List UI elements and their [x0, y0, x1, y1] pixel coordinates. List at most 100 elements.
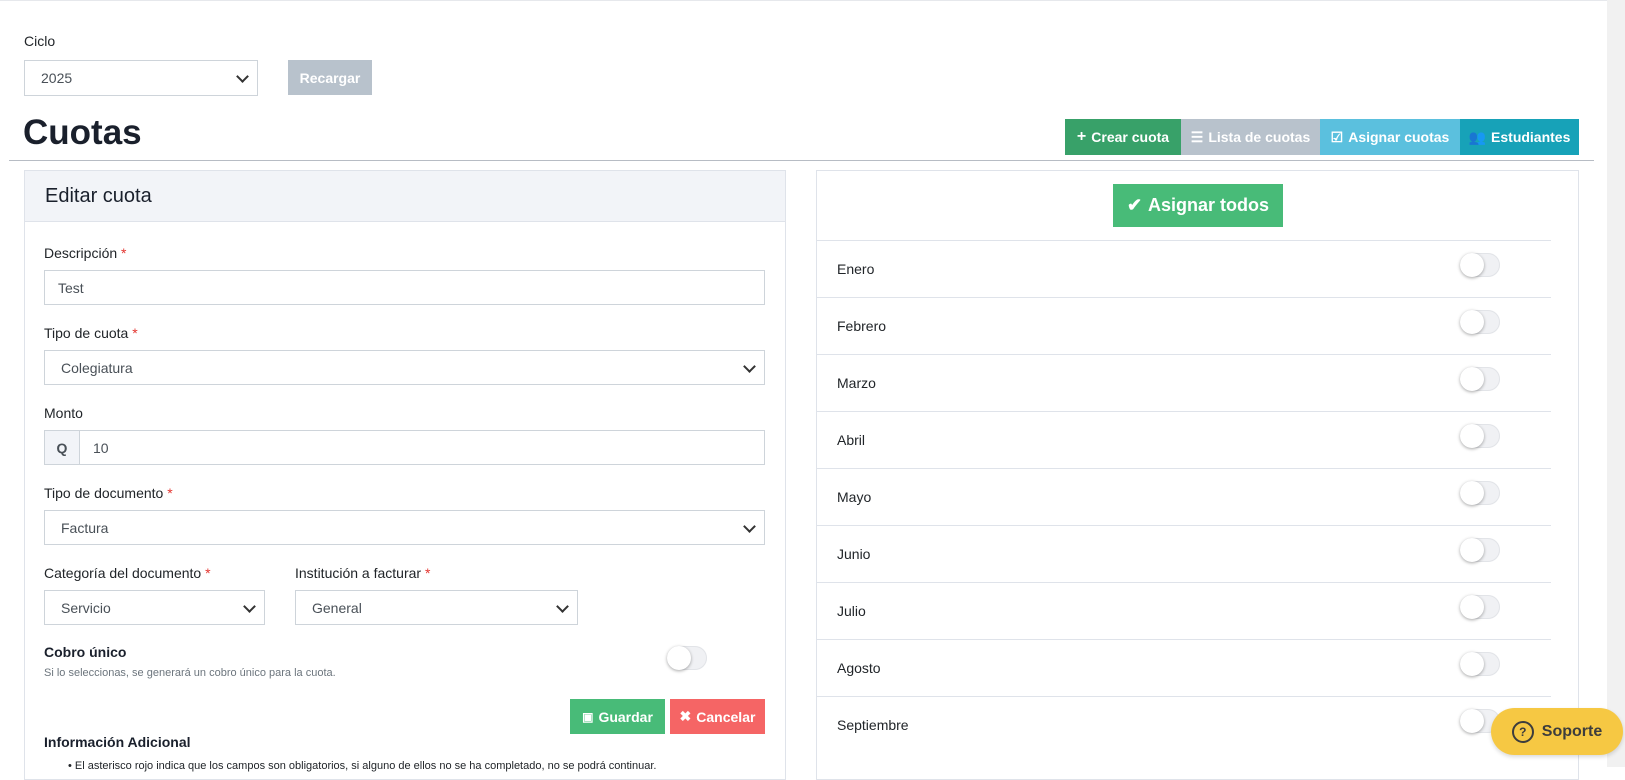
doc-category-label-text: Categoría del documento: [44, 565, 202, 581]
doc-category-select[interactable]: Servicio: [44, 590, 265, 625]
extra-info-title: Información Adicional: [44, 734, 191, 750]
ciclo-select[interactable]: 2025: [24, 60, 258, 96]
month-row: Abril: [817, 411, 1551, 466]
close-icon: ✖: [679, 708, 692, 724]
toggle-knob: [1460, 595, 1484, 619]
month-toggle[interactable]: [1460, 367, 1500, 391]
chevron-down-icon: [743, 519, 756, 533]
month-row: Enero: [817, 240, 1551, 295]
institution-select[interactable]: General: [295, 590, 578, 625]
assign-all-label: Asignar todos: [1148, 195, 1270, 215]
month-name: Septiembre: [837, 717, 909, 733]
ciclo-label: Ciclo: [24, 33, 56, 49]
question-circle-icon: ?: [1511, 720, 1534, 743]
students-label: Estudiantes: [1491, 129, 1571, 145]
month-name: Agosto: [837, 660, 881, 676]
assign-fees-button[interactable]: ☑ Asignar cuotas: [1320, 119, 1460, 155]
single-charge-toggle[interactable]: [667, 646, 707, 670]
required-mark: *: [424, 565, 431, 581]
chevron-down-icon: [743, 359, 756, 373]
month-name: Abril: [837, 432, 866, 448]
support-button[interactable]: ? Soporte: [1491, 708, 1623, 755]
fee-type-select[interactable]: Colegiatura: [44, 350, 765, 385]
assign-all-button[interactable]: ✔ Asignar todos: [1113, 184, 1283, 227]
cancel-button[interactable]: ✖ Cancelar: [670, 699, 765, 734]
edit-fee-card: Editar cuota: [24, 170, 786, 780]
toggle-knob: [1460, 367, 1484, 391]
create-fee-label: Crear cuota: [1091, 129, 1170, 145]
fee-list-label: Lista de cuotas: [1208, 129, 1311, 145]
month-toggle[interactable]: [1460, 253, 1500, 277]
month-row: Mayo: [817, 468, 1551, 523]
month-name: Junio: [837, 546, 871, 562]
month-toggle[interactable]: [1460, 538, 1500, 562]
toggle-knob: [667, 646, 691, 670]
chevron-down-icon: [236, 70, 249, 83]
single-charge-hint: Si lo seleccionas, se generará un cobro …: [44, 667, 336, 679]
fee-type-label: Tipo de cuota *: [44, 325, 138, 341]
fee-list-button[interactable]: ☰ Lista de cuotas: [1181, 119, 1320, 155]
extra-info-note-text: El asterisco rojo indica que los campos …: [74, 760, 657, 772]
page-title: Cuotas: [23, 113, 142, 152]
fee-type-value: Colegiatura: [61, 359, 133, 376]
description-input[interactable]: Test: [44, 270, 765, 305]
save-label: Guardar: [598, 708, 653, 725]
check-icon: ✔: [1126, 195, 1143, 215]
doc-type-label: Tipo de documento *: [44, 485, 173, 501]
doc-type-value: Factura: [61, 519, 109, 536]
doc-type-select[interactable]: Factura: [44, 510, 765, 545]
toggle-knob: [1460, 253, 1484, 277]
fee-type-label-text: Tipo de cuota: [44, 325, 129, 341]
institution-value: General: [312, 599, 362, 616]
description-value: Test: [58, 279, 84, 296]
month-name: Enero: [837, 261, 875, 277]
save-icon: ▣: [582, 709, 594, 724]
save-button[interactable]: ▣ Guardar: [570, 699, 665, 734]
month-toggle[interactable]: [1460, 652, 1500, 676]
month-row: Julio: [817, 582, 1551, 637]
top-border: [0, 0, 1625, 1]
reload-button[interactable]: Recargar: [288, 60, 372, 95]
doc-category-value: Servicio: [61, 599, 111, 616]
ciclo-value: 2025: [41, 70, 73, 86]
month-row: Febrero: [817, 297, 1551, 352]
description-label: Descripción *: [44, 245, 126, 261]
edit-card-header: Editar cuota: [25, 171, 785, 222]
plus-icon: +: [1076, 128, 1087, 145]
chevron-down-icon: [556, 599, 569, 613]
cancel-label: Cancelar: [696, 708, 756, 725]
month-row: Marzo: [817, 354, 1551, 409]
toggle-knob: [1460, 652, 1484, 676]
month-row: Junio: [817, 525, 1551, 580]
toggle-knob: [1460, 481, 1484, 505]
amount-input[interactable]: 10: [79, 430, 765, 465]
toggle-knob: [1460, 538, 1484, 562]
create-fee-button[interactable]: + Crear cuota: [1065, 119, 1181, 155]
page-scrollbar[interactable]: [1607, 0, 1625, 767]
title-divider: [9, 160, 1594, 161]
month-toggle[interactable]: [1460, 481, 1500, 505]
month-toggle[interactable]: [1460, 595, 1500, 619]
assign-fees-label: Asignar cuotas: [1348, 129, 1450, 145]
check-square-icon: ☑: [1330, 128, 1344, 145]
toggle-knob: [1460, 709, 1484, 733]
doc-type-label-text: Tipo de documento: [44, 485, 164, 501]
edit-card-title: Editar cuota: [45, 185, 152, 207]
amount-label: Monto: [44, 405, 83, 421]
single-charge-label: Cobro único: [44, 644, 127, 660]
students-button[interactable]: 👥 Estudiantes: [1460, 119, 1579, 155]
institution-label-text: Institución a facturar: [295, 565, 422, 581]
required-mark: *: [167, 485, 173, 501]
doc-category-label: Categoría del documento *: [44, 565, 211, 581]
extra-info-note: • El asterisco rojo indica que los campo…: [68, 760, 708, 772]
months-card: ✔ Asignar todos Enero Febrero Marzo Abril Ma…: [816, 170, 1579, 780]
month-toggle[interactable]: [1460, 424, 1500, 448]
month-toggle[interactable]: [1460, 310, 1500, 334]
month-name: Mayo: [837, 489, 872, 505]
description-label-text: Descripción: [44, 245, 118, 261]
month-name: Julio: [837, 603, 866, 619]
chevron-down-icon: [243, 599, 256, 613]
amount-value: 10: [93, 439, 109, 456]
users-icon: 👥: [1468, 128, 1487, 145]
bullet: •: [68, 760, 75, 772]
